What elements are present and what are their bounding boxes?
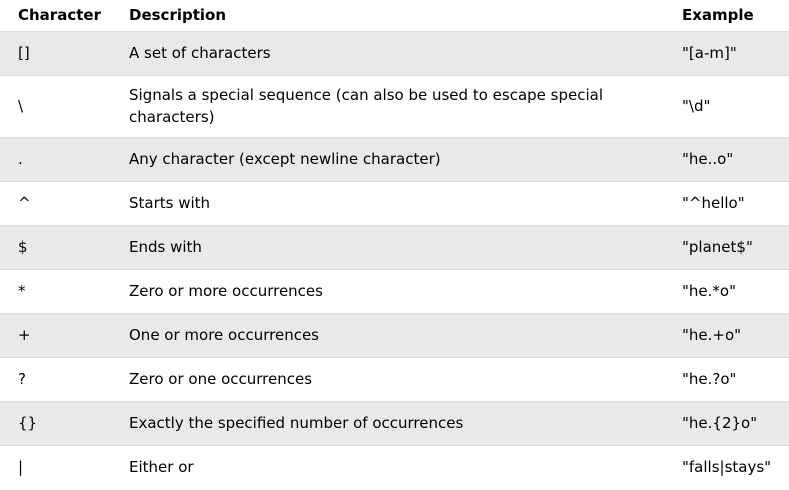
cell-character: * [0, 268, 111, 313]
cell-character: + [0, 312, 111, 357]
cell-description: Exactly the specified number of occurren… [111, 400, 664, 445]
table-row: ^ Starts with "^hello" [0, 180, 789, 225]
cell-description: A set of characters [111, 30, 664, 75]
cell-description: Either or [111, 444, 664, 489]
cell-description: Starts with [111, 180, 664, 225]
table-header-row: Character Description Example [0, 0, 789, 31]
cell-description: Zero or one occurrences [111, 356, 664, 401]
cell-example: "[a-m]" [664, 30, 789, 75]
cell-example: "falls|stays" [664, 444, 789, 489]
cell-description: Signals a special sequence (can also be … [111, 74, 664, 137]
cell-example: "\d" [664, 74, 789, 137]
cell-character: {} [0, 400, 111, 445]
cell-description: One or more occurrences [111, 312, 664, 357]
cell-character: [] [0, 30, 111, 75]
table-row: * Zero or more occurrences "he.*o" [0, 268, 789, 313]
table-row: $ Ends with "planet$" [0, 224, 789, 269]
column-header-character: Character [18, 6, 101, 25]
regex-metacharacters-table: Character Description Example [] A set o… [0, 0, 789, 489]
table-row: \ Signals a special sequence (can also b… [0, 74, 789, 137]
cell-example: "he.{2}o" [664, 400, 789, 445]
table-row: ? Zero or one occurrences "he.?o" [0, 356, 789, 401]
column-header-description: Description [129, 6, 227, 25]
cell-character: ? [0, 356, 111, 401]
cell-description: Ends with [111, 224, 664, 269]
cell-example: "he.+o" [664, 312, 789, 357]
table-row: [] A set of characters "[a-m]" [0, 30, 789, 75]
cell-character: ^ [0, 180, 111, 225]
cell-character: . [0, 136, 111, 181]
table-row: {} Exactly the specified number of occur… [0, 400, 789, 445]
column-header-example: Example [682, 6, 754, 25]
cell-example: "he..o" [664, 136, 789, 181]
cell-character: $ [0, 224, 111, 269]
cell-character: \ [0, 74, 111, 137]
cell-example: "planet$" [664, 224, 789, 269]
cell-example: "^hello" [664, 180, 789, 225]
cell-description: Any character (except newline character) [111, 136, 664, 181]
table-row: | Either or "falls|stays" [0, 444, 789, 489]
cell-character: | [0, 444, 111, 489]
cell-description: Zero or more occurrences [111, 268, 664, 313]
cell-example: "he.?o" [664, 356, 789, 401]
table-row: + One or more occurrences "he.+o" [0, 312, 789, 357]
cell-example: "he.*o" [664, 268, 789, 313]
table-row: . Any character (except newline characte… [0, 136, 789, 181]
